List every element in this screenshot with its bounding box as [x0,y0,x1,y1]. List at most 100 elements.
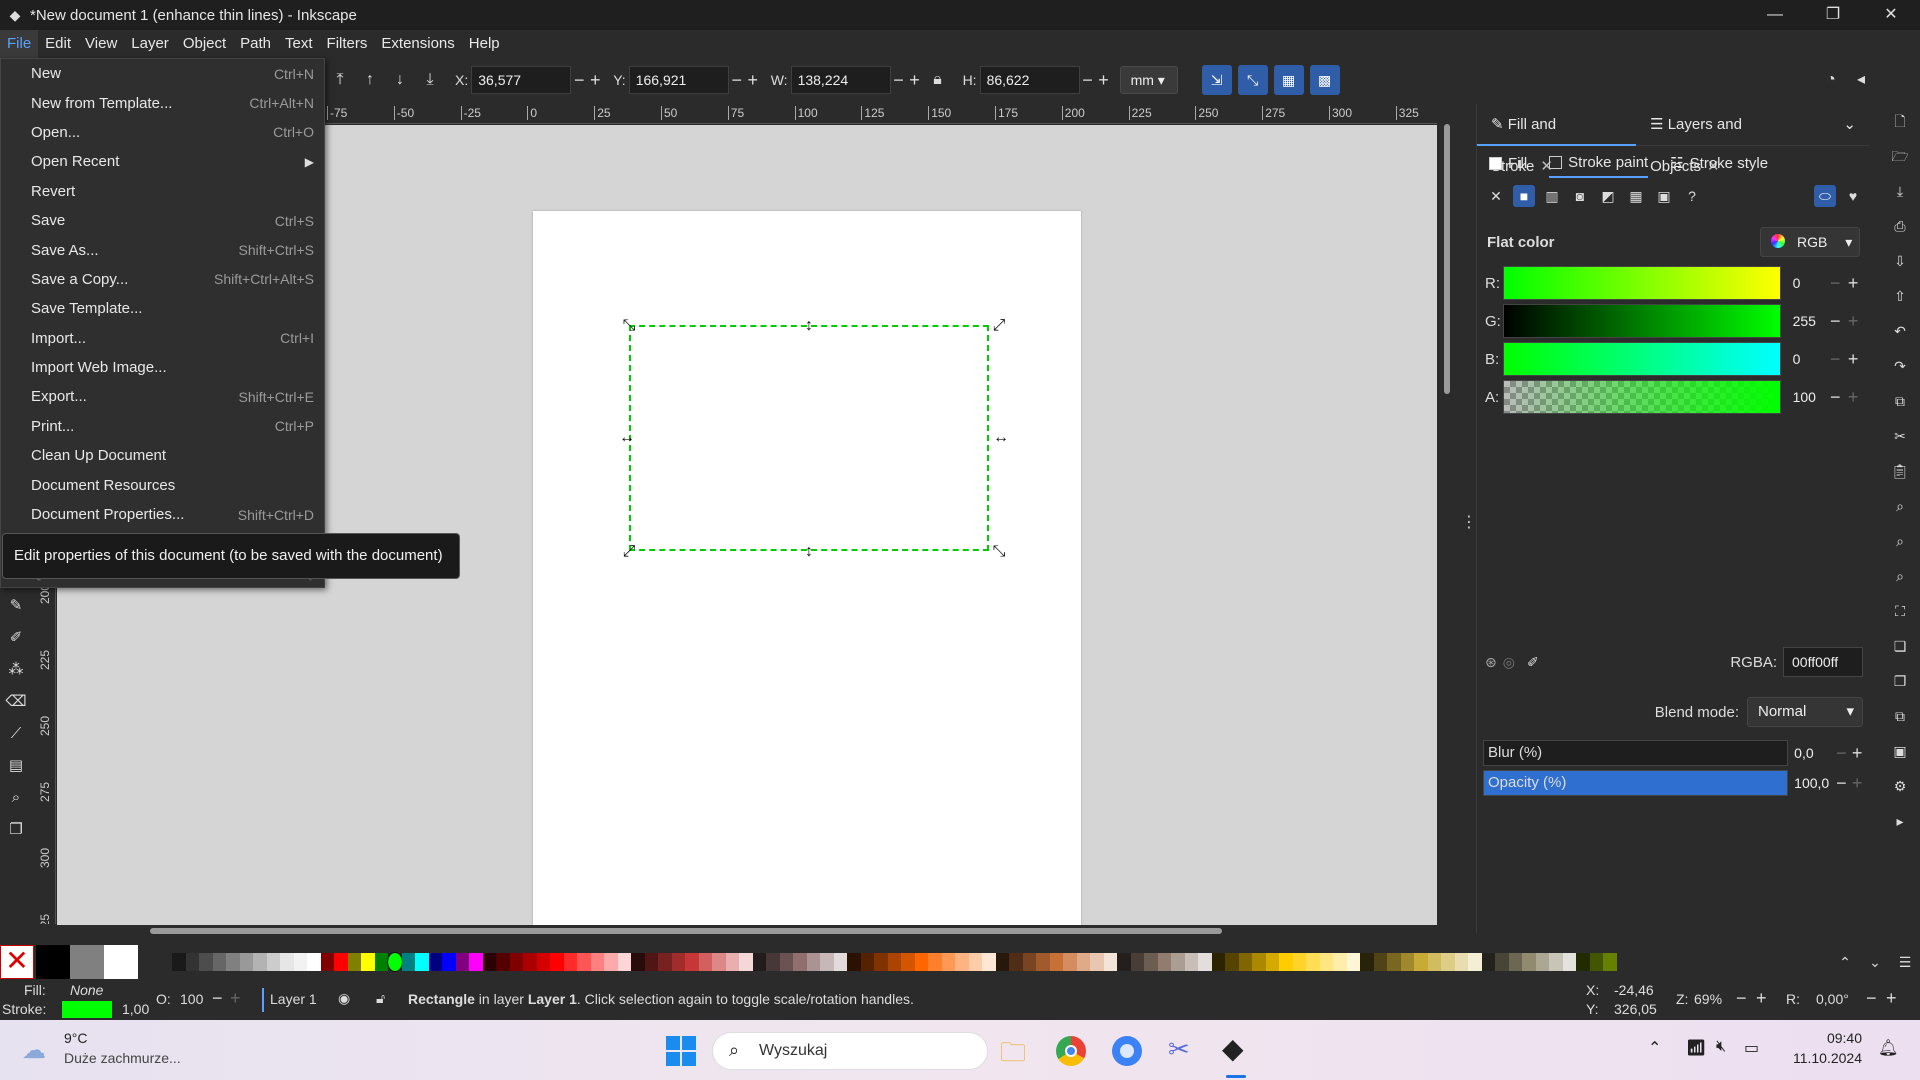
color-swatch[interactable] [347,953,361,971]
menu-edit[interactable]: Edit [38,30,78,58]
color-swatch[interactable] [1009,953,1023,971]
status-opacity-value[interactable]: 100 [180,991,203,1007]
channel-b-increment[interactable]: + [1844,349,1862,370]
color-swatch[interactable] [1549,953,1563,971]
color-swatch[interactable] [226,953,240,971]
more-commands-icon[interactable]: ▸ [1880,804,1920,839]
menu-item-save-a-copy[interactable]: Save a Copy... Shift+Ctrl+Alt+S [1,265,324,294]
channel-b-value[interactable]: 0 [1793,351,1827,367]
color-swatch[interactable] [1076,953,1090,971]
calligraphy-tool-icon[interactable]: ✐ [0,622,32,654]
color-swatch[interactable] [307,953,321,971]
channel-r-slider[interactable] [1502,266,1781,300]
lock-icon[interactable]: 🔒︎ [923,65,953,95]
menu-item-import-web-image[interactable]: Import Web Image... [1,353,324,382]
color-swatch[interactable] [1495,953,1509,971]
color-swatch[interactable] [1103,953,1117,971]
connector-tool-icon[interactable]: ⟋ [0,718,32,750]
color-swatch[interactable] [1279,953,1293,971]
layer-visibility-icon[interactable]: ◉ [338,990,350,1007]
color-swatch[interactable] [577,953,591,971]
lower-icon[interactable]: ↓ [385,65,415,95]
raise-to-top-icon[interactable]: ⤒ [325,65,355,95]
new-document-icon[interactable]: 🗋︎ [1880,104,1920,139]
color-swatch[interactable] [1333,953,1347,971]
menu-item-print[interactable]: Print... Ctrl+P [1,412,324,441]
linear-gradient-icon[interactable]: ▥ [1541,185,1563,207]
zoom-decrement[interactable]: − [1736,988,1747,1009]
color-swatch[interactable] [766,953,780,971]
menu-item-import[interactable]: Import... Ctrl+I [1,324,324,353]
color-swatch[interactable] [496,953,510,971]
color-swatch[interactable] [1454,953,1468,971]
scale-stroke-icon[interactable]: ⇲ [1201,65,1232,95]
scale-handle-se[interactable]: ⤡ [991,544,1007,560]
fill-rule-evenodd-icon[interactable]: ⬭ [1814,185,1836,207]
menu-help[interactable]: Help [462,30,507,58]
status-opacity-decrement[interactable]: − [212,988,223,1009]
menu-item-open[interactable]: Open... Ctrl+O [1,118,324,147]
zoom-page-icon[interactable]: ⌕ [1880,559,1920,594]
menu-object[interactable]: Object [176,30,233,58]
y-field[interactable]: 166,921 [628,66,729,94]
clock-time[interactable]: 09:40 [1784,1030,1862,1046]
h-field[interactable]: 86,622 [979,66,1080,94]
save-document-icon[interactable]: ⤓ [1880,174,1920,209]
color-swatch[interactable] [847,953,861,971]
white-swatch[interactable] [104,945,138,979]
color-swatch[interactable] [860,953,874,971]
color-swatch[interactable] [1292,953,1306,971]
color-swatch[interactable] [1414,953,1428,971]
color-swatch[interactable] [401,953,415,971]
color-swatch[interactable] [1373,953,1387,971]
pen-tool-icon[interactable]: ✎ [0,590,32,622]
tabs-menu-icon[interactable]: ⌄ [1829,104,1870,146]
zoom-value[interactable]: 69% [1694,991,1722,1007]
color-swatch[interactable] [685,953,699,971]
import-icon[interactable]: ⇩ [1880,244,1920,279]
channel-g-increment[interactable]: + [1844,311,1862,332]
color-managed-icon[interactable]: ⊛ [1485,654,1497,671]
color-swatch[interactable] [1063,953,1077,971]
tab-layers-and-objects[interactable]: ☰ Layers and Objects ✕ [1636,104,1829,175]
menu-item-export[interactable]: Export... Shift+Ctrl+E [1,382,324,411]
unlink-clone-icon[interactable]: ⧉ [1880,699,1920,734]
zoom-drawing-icon[interactable]: ⌕ [1880,524,1920,559]
show-hidden-icons-icon[interactable]: ⌃ [1648,1038,1661,1058]
color-swatch[interactable] [185,953,199,971]
color-swatch[interactable] [550,953,564,971]
rotation-increment[interactable]: + [1886,988,1897,1009]
menu-item-save[interactable]: Save Ctrl+S [1,206,324,235]
blur-decrement[interactable]: − [1834,743,1850,764]
color-swatch[interactable] [1346,953,1360,971]
rotation-decrement[interactable]: − [1866,988,1877,1009]
horizontal-scrollbar[interactable] [150,928,1222,934]
color-swatch[interactable] [590,953,604,971]
color-swatch[interactable] [1252,953,1266,971]
color-swatch[interactable] [1441,953,1455,971]
open-document-icon[interactable]: 🗁︎ [1880,139,1920,174]
color-swatch[interactable] [1144,953,1158,971]
color-swatch[interactable] [1198,953,1212,971]
tab-fill-and-stroke[interactable]: ✎ Fill and Stroke ✕ [1477,104,1637,175]
weather-desc[interactable]: Duże zachmurze... [64,1050,181,1066]
redo-icon[interactable]: ↷ [1880,349,1920,384]
undo-icon[interactable]: ↶ [1880,314,1920,349]
channel-b-slider[interactable] [1502,342,1781,376]
w-decrement-button[interactable]: − [891,70,907,91]
color-swatch[interactable] [293,953,307,971]
menu-item-clean-up-document[interactable]: Clean Up Document [1,441,324,470]
close-button[interactable]: ✕ [1862,0,1920,30]
color-swatch[interactable] [1576,953,1590,971]
stroke-width[interactable]: 1,00 [122,1001,149,1017]
clock-date[interactable]: 11.10.2024 [1784,1050,1862,1066]
pages-tool-icon[interactable]: ❐ [0,814,32,846]
taskbar-search[interactable]: ⌕ Wyszukaj [712,1032,988,1070]
palette-menu-icon[interactable]: ☰ [1890,954,1920,971]
palette-scroll-down-icon[interactable]: ⌄ [1860,954,1890,971]
scale-handle-w[interactable]: ↔ [619,430,635,446]
panel-resize-handle-icon[interactable]: ⋮ [1461,512,1477,532]
color-swatch[interactable] [1238,953,1252,971]
w-field[interactable]: 138,224 [790,66,891,94]
spray-tool-icon[interactable]: ⁂ [0,654,32,686]
